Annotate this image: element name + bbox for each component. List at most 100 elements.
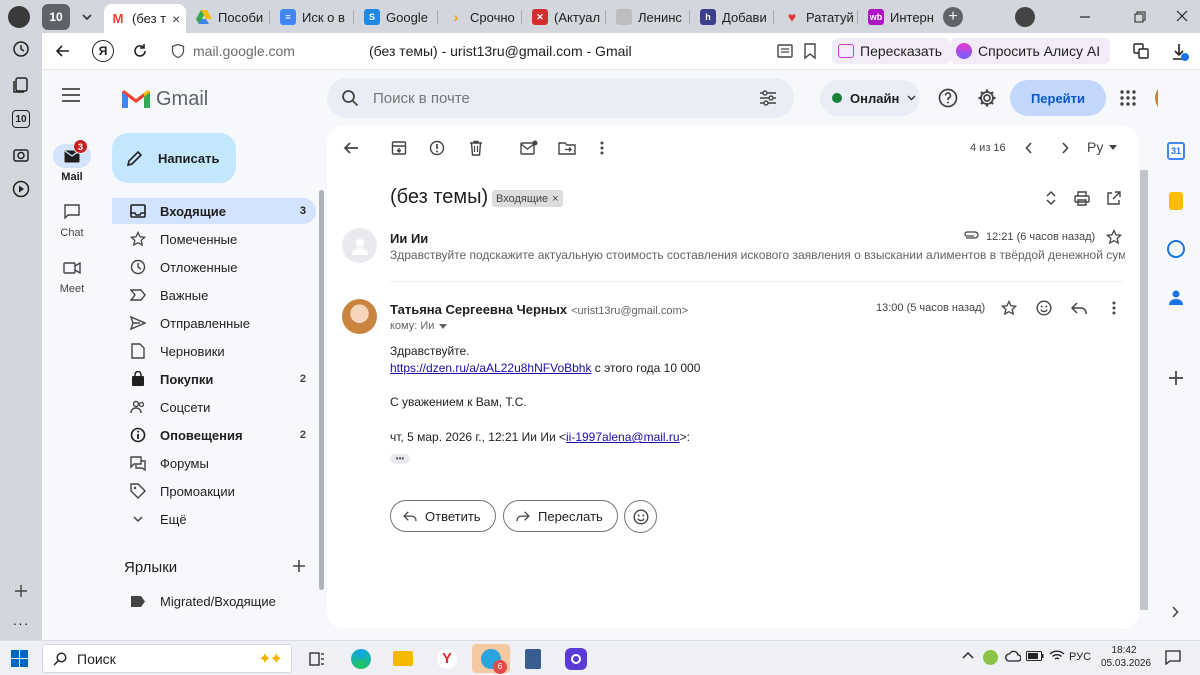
collections-icon[interactable] (11, 75, 31, 95)
report-spam-icon[interactable] (427, 138, 447, 158)
calculator-icon[interactable] (518, 644, 548, 673)
expand-all-icon[interactable] (1041, 188, 1061, 208)
label-item-migrated[interactable]: Migrated/Входящие (112, 588, 316, 614)
tray-chevron-icon[interactable] (962, 651, 974, 659)
more-vert-icon[interactable] (592, 138, 612, 158)
close-window-icon[interactable] (1175, 9, 1189, 23)
tabs-count-icon[interactable]: 10 (11, 109, 31, 129)
emoji-reaction-icon[interactable] (1034, 298, 1054, 318)
tasks-icon[interactable] (1167, 240, 1185, 258)
more-horizontal-icon[interactable]: ··· (11, 613, 31, 633)
tray-app-icon[interactable] (983, 650, 998, 665)
apps-grid-icon[interactable] (1120, 90, 1136, 106)
task-view-icon[interactable] (302, 644, 332, 673)
newer-chevron-icon[interactable] (1019, 138, 1039, 158)
tab-ratatui[interactable]: ♥ Рататуй (778, 4, 858, 30)
nav-item-updates[interactable]: Оповещения 2 (112, 422, 316, 448)
screenshot-icon[interactable] (11, 145, 31, 165)
back-to-inbox-icon[interactable] (341, 138, 361, 158)
wifi-icon[interactable] (1049, 650, 1065, 662)
chevron-right-icon[interactable] (1171, 606, 1179, 618)
mark-unread-icon[interactable] (519, 138, 539, 158)
remove-label-icon[interactable]: × (552, 193, 558, 205)
tab-posobie[interactable]: Пособи (190, 4, 270, 30)
input-language[interactable]: РУС (1069, 651, 1091, 663)
history-icon[interactable] (11, 39, 31, 59)
downloads-icon[interactable] (1170, 42, 1190, 62)
sender-name[interactable]: Татьяна Сергеевна Черных (390, 302, 567, 317)
taskbar-search-box[interactable]: Поиск ✦✦ (42, 644, 292, 673)
calendar-icon[interactable]: 31 (1167, 142, 1185, 160)
nav-item-purchases[interactable]: Покупки 2 (112, 366, 316, 392)
telegram-icon[interactable]: 6 (472, 644, 510, 674)
mail-rail-button[interactable]: 3 (53, 139, 91, 168)
tab-leninsk[interactable]: Ленинс (610, 4, 690, 30)
message-scrollbar[interactable] (1140, 170, 1148, 610)
tab-gmail[interactable]: M (без т × (104, 4, 186, 33)
tabs-count-button[interactable]: 10 (42, 4, 70, 30)
search-input[interactable] (373, 86, 733, 110)
tab-srochno[interactable]: › Срочно (442, 4, 522, 30)
emoji-reaction-button[interactable] (624, 500, 657, 533)
trash-icon[interactable] (466, 138, 486, 158)
settings-gear-icon[interactable] (977, 88, 997, 108)
yandex-logo-icon[interactable]: Я (92, 40, 114, 62)
nav-item-social[interactable]: Соцсети (112, 394, 316, 420)
status-dropdown[interactable]: Онлайн (820, 80, 920, 116)
tab-aktual[interactable]: ✕ (Актуал (526, 4, 606, 30)
older-chevron-icon[interactable] (1055, 138, 1075, 158)
notifications-icon[interactable] (1165, 650, 1181, 665)
add-panel-icon[interactable] (11, 581, 31, 601)
translate-icon[interactable] (1132, 42, 1150, 60)
nav-item-promotions[interactable]: Промоакции (112, 478, 316, 504)
tab-google[interactable]: S Google (358, 4, 438, 30)
gmail-logo[interactable]: Gmail (122, 88, 208, 111)
search-icon[interactable] (341, 89, 359, 107)
meet-icon[interactable] (63, 262, 81, 274)
article-link[interactable]: https://dzen.ru/a/aAL22u8hNFVoBbhk (390, 361, 591, 375)
move-to-icon[interactable] (557, 138, 577, 158)
windows-start-icon[interactable] (11, 650, 28, 667)
battery-icon[interactable] (1026, 651, 1044, 661)
taskbar-clock[interactable]: 18:42 05.03.2026 (1101, 644, 1151, 670)
close-icon[interactable]: × (172, 11, 180, 27)
cloud-icon[interactable] (1005, 650, 1021, 662)
star-icon[interactable] (1106, 229, 1122, 245)
bookmark-icon[interactable] (802, 42, 818, 60)
sidebar-scrollbar[interactable] (319, 190, 324, 590)
nav-item-inbox[interactable]: Входящие 3 (112, 198, 316, 224)
tab-internet[interactable]: wb Интерн (862, 4, 940, 30)
search-options-icon[interactable] (759, 89, 777, 107)
retell-button[interactable]: Пересказать (832, 38, 951, 64)
recipient-line[interactable]: кому: Ии (390, 320, 448, 332)
nav-item-important[interactable]: Важные (112, 282, 316, 308)
chat-icon[interactable] (64, 204, 80, 219)
url-domain[interactable]: mail.google.com (193, 43, 295, 59)
keep-icon[interactable] (1169, 192, 1183, 210)
nav-item-more[interactable]: Ещё (112, 506, 316, 532)
nav-item-snoozed[interactable]: Отложенные (112, 254, 316, 280)
tab-dobavit[interactable]: h Добави (694, 4, 774, 30)
reload-icon[interactable] (131, 42, 149, 60)
nav-item-drafts[interactable]: Черновики (112, 338, 316, 364)
search-bar[interactable] (327, 78, 794, 118)
main-menu-icon[interactable] (62, 88, 80, 102)
contacts-icon[interactable] (1167, 288, 1185, 306)
yandex-browser-icon[interactable]: Y (432, 644, 462, 673)
go-button[interactable]: Перейти (1010, 80, 1106, 116)
file-explorer-icon[interactable] (388, 644, 418, 673)
tab-isk[interactable]: ≡ Иск о в (274, 4, 354, 30)
forward-button[interactable]: Переслать (503, 500, 618, 532)
edge-browser-icon[interactable] (346, 644, 376, 673)
print-icon[interactable] (1072, 188, 1092, 208)
show-trimmed-content-button[interactable]: ••• (390, 454, 410, 463)
nav-item-forums[interactable]: Форумы (112, 450, 316, 476)
open-new-window-icon[interactable] (1103, 188, 1123, 208)
site-info-icon[interactable] (170, 43, 186, 59)
back-arrow-icon[interactable] (54, 42, 72, 60)
profile-avatar[interactable] (8, 6, 30, 28)
nav-item-sent[interactable]: Отправленные (112, 310, 316, 336)
star-icon[interactable] (999, 298, 1019, 318)
get-addons-icon[interactable] (1168, 370, 1184, 386)
reply-button[interactable]: Ответить (390, 500, 496, 532)
